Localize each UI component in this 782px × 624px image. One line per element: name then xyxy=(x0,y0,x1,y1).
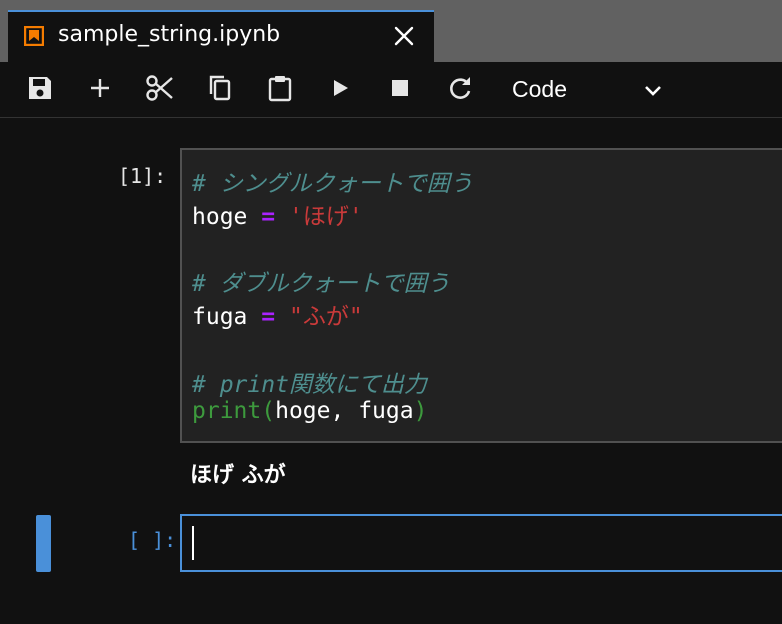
cut-icon xyxy=(145,73,175,107)
active-cell-collapser[interactable] xyxy=(36,515,51,572)
code-line: fuga = "ふが" xyxy=(192,297,363,331)
run-button[interactable] xyxy=(324,74,356,106)
tab-bar: sample_string.ipynb xyxy=(0,0,782,62)
paste-icon xyxy=(266,74,294,106)
input-prompt: [1]: xyxy=(118,164,167,188)
code-comment: # print関数にて出力 xyxy=(192,372,427,398)
cut-button[interactable] xyxy=(144,74,176,106)
insert-cell-button[interactable] xyxy=(84,74,116,106)
notebook-icon xyxy=(23,25,45,47)
string-literal: "ふが" xyxy=(288,304,363,330)
close-icon[interactable] xyxy=(392,24,416,48)
restart-icon xyxy=(446,74,474,106)
operator: = xyxy=(261,304,276,330)
variable-name: fuga xyxy=(192,304,248,330)
notebook-tab[interactable]: sample_string.ipynb xyxy=(8,10,434,62)
copy-button[interactable] xyxy=(204,74,236,106)
arguments: hoge, fuga xyxy=(275,398,414,424)
copy-icon xyxy=(206,74,234,106)
code-comment: # シングルクォートで囲う xyxy=(192,171,473,197)
code-line: print(hoge, fuga) xyxy=(192,398,427,424)
code-line: hoge = 'ほげ' xyxy=(192,197,363,231)
string-literal: 'ほげ' xyxy=(288,204,363,230)
paste-button[interactable] xyxy=(264,74,296,106)
code-comment: # ダブルクォートで囲う xyxy=(192,271,450,297)
save-icon xyxy=(26,74,54,106)
paren: ) xyxy=(413,398,428,424)
save-button[interactable] xyxy=(24,74,56,106)
stop-icon xyxy=(388,76,412,104)
run-icon xyxy=(328,76,352,104)
add-icon xyxy=(86,74,114,106)
restart-button[interactable] xyxy=(444,74,476,106)
notebook-toolbar: Code xyxy=(0,62,782,118)
input-prompt: [ ]: xyxy=(128,528,177,552)
stop-button[interactable] xyxy=(384,74,416,106)
cell-type-dropdown[interactable]: Code xyxy=(498,72,678,108)
paren: ( xyxy=(261,398,276,424)
cell-output: ほげ ふが xyxy=(190,463,286,488)
notebook-panel: [1]: # シングルクォートで囲う hoge = 'ほげ' # ダブルクォート… xyxy=(0,118,782,624)
code-editor[interactable]: # シングルクォートで囲う hoge = 'ほげ' # ダブルクォートで囲う f… xyxy=(180,148,782,443)
cell-type-label: Code xyxy=(512,76,567,102)
code-editor-active[interactable] xyxy=(180,514,782,572)
chevron-down-icon xyxy=(642,80,664,102)
text-cursor xyxy=(192,526,194,560)
tab-title: sample_string.ipynb xyxy=(58,22,281,47)
operator: = xyxy=(261,204,276,230)
builtin-function: print xyxy=(192,398,262,424)
variable-name: hoge xyxy=(192,204,248,230)
